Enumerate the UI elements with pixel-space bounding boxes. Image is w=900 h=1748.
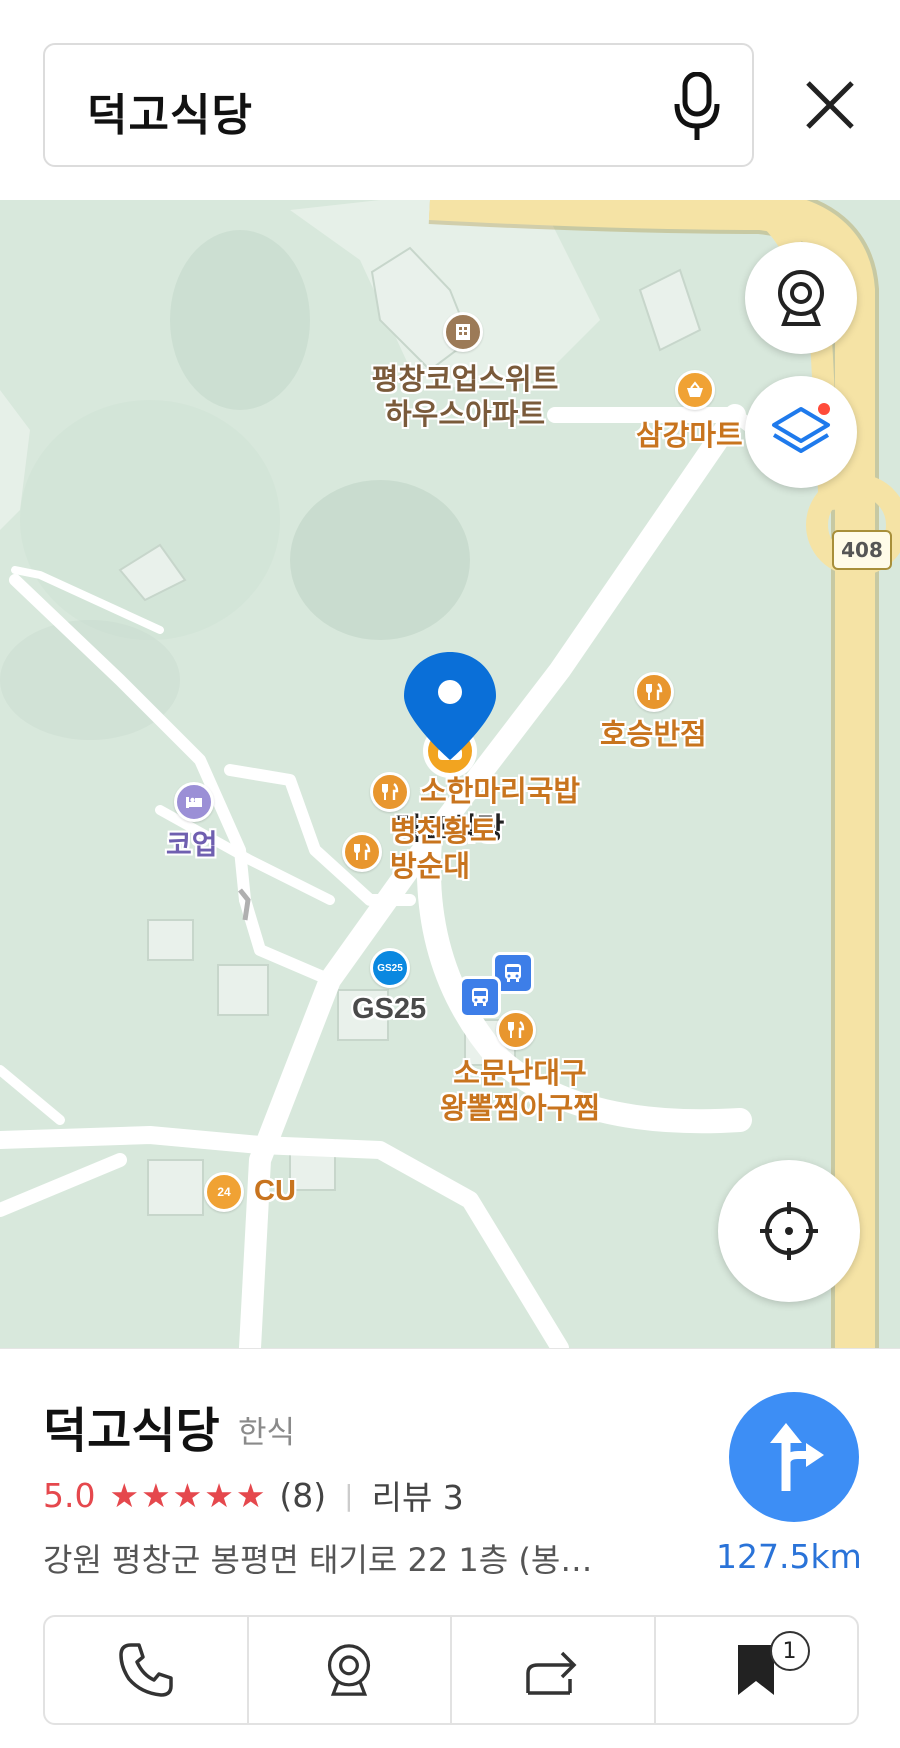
directions-icon bbox=[770, 1423, 824, 1491]
save-count-badge: 1 bbox=[769, 1631, 810, 1671]
place-name[interactable]: 덕고식당 bbox=[43, 1391, 220, 1461]
building-icon[interactable] bbox=[443, 312, 483, 352]
convenience-icon[interactable]: 24 bbox=[204, 1172, 244, 1212]
share-button[interactable] bbox=[452, 1617, 656, 1723]
rating-score: 5.0 bbox=[43, 1475, 96, 1515]
cctv-icon bbox=[328, 1644, 371, 1696]
gs25-icon[interactable]: GS25 bbox=[370, 948, 410, 988]
poi-label-mart[interactable]: 삼강마트 bbox=[636, 418, 743, 453]
locate-button[interactable] bbox=[718, 1160, 860, 1302]
restaurant-icon[interactable] bbox=[370, 772, 410, 812]
crosshair-icon bbox=[760, 1202, 818, 1260]
layers-icon bbox=[772, 403, 830, 453]
place-address: 강원 평창군 봉평면 태기로 22 1층 (봉… bbox=[43, 1541, 593, 1579]
restaurant-icon[interactable] bbox=[342, 832, 382, 872]
map-view[interactable]: 408 평창코업스위트 하우스아파트 삼강마트 호승반점 덕고식당 소한마리국밥 bbox=[0, 200, 900, 1348]
save-button[interactable]: 1 bbox=[656, 1617, 858, 1723]
bus-stop-icon[interactable] bbox=[459, 976, 501, 1018]
separator: | bbox=[344, 1478, 354, 1512]
route-number-badge: 408 bbox=[832, 530, 892, 570]
poi-label-apartment[interactable]: 평창코업스위트 하우스아파트 bbox=[350, 362, 580, 432]
search-input[interactable]: 덕고식당 bbox=[43, 43, 754, 167]
directions-button[interactable] bbox=[729, 1392, 859, 1522]
action-bar: 1 bbox=[43, 1615, 859, 1725]
poi-label-gs25[interactable]: GS25 bbox=[352, 992, 426, 1027]
search-header: 덕고식당 bbox=[0, 0, 900, 200]
cctv-button[interactable] bbox=[745, 242, 857, 354]
restaurant-icon[interactable] bbox=[496, 1010, 536, 1050]
mic-icon[interactable] bbox=[657, 67, 737, 147]
poi-label-hoseung[interactable]: 호승반점 bbox=[600, 717, 707, 752]
review-count-link[interactable]: 리뷰 3 bbox=[372, 1471, 464, 1519]
phone-icon bbox=[119, 1643, 173, 1697]
poi-label-somunnan[interactable]: 소문난대구 왕뽈찜아구찜 bbox=[420, 1056, 620, 1126]
search-query[interactable]: 덕고식당 bbox=[87, 79, 253, 143]
bed-icon[interactable] bbox=[174, 782, 214, 822]
poi-label-sohan[interactable]: 소한마리국밥 bbox=[420, 774, 580, 809]
close-icon[interactable] bbox=[785, 60, 875, 150]
rating-count: (8) bbox=[279, 1475, 327, 1515]
selected-marker[interactable] bbox=[400, 650, 500, 780]
cctv-icon bbox=[778, 270, 824, 326]
share-icon bbox=[526, 1651, 577, 1695]
star-rating-icon: ★★★★★ bbox=[109, 1475, 268, 1515]
basket-icon[interactable] bbox=[675, 370, 715, 410]
restaurant-icon[interactable] bbox=[634, 672, 674, 712]
poi-label-cu[interactable]: CU bbox=[254, 1174, 296, 1209]
layers-button[interactable] bbox=[745, 376, 857, 488]
call-button[interactable] bbox=[45, 1617, 249, 1723]
rating-row[interactable]: 5.0 ★★★★★ (8) | 리뷰 3 bbox=[43, 1471, 464, 1519]
place-category: 한식 bbox=[238, 1415, 296, 1451]
place-sheet[interactable]: 덕고식당 한식 5.0 ★★★★★ (8) | 리뷰 3 강원 평창군 봉평면 … bbox=[0, 1348, 900, 1748]
poi-label-byeongcheon[interactable]: 병천황토 방순대 bbox=[390, 814, 497, 884]
cctv-action-button[interactable] bbox=[249, 1617, 452, 1723]
poi-label-coop[interactable]: 코업 bbox=[166, 828, 218, 862]
distance-label: 127.5km bbox=[716, 1537, 862, 1576]
